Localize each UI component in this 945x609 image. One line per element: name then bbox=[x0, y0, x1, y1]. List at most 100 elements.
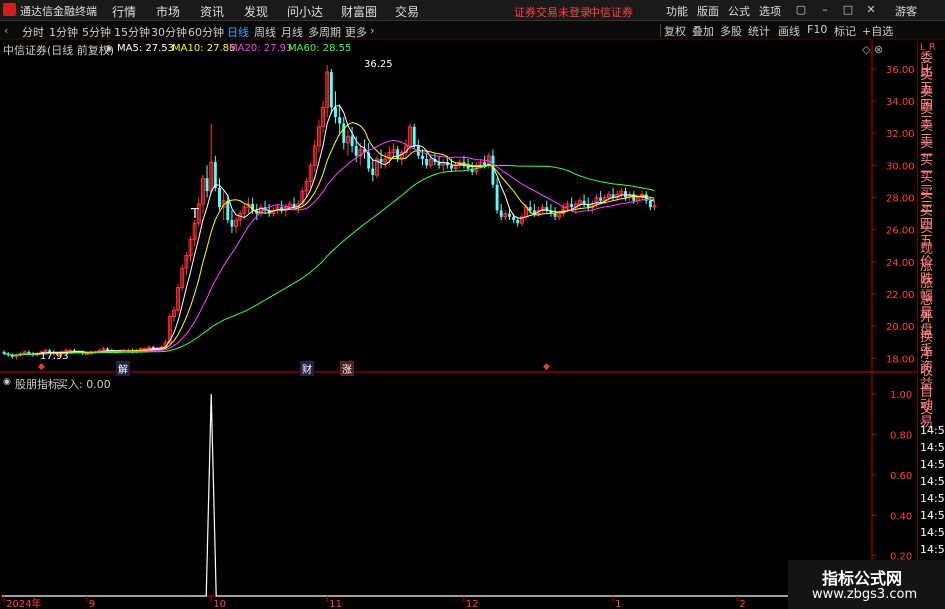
ma10-line bbox=[4, 122, 655, 356]
ma10-label: MA10: 27.86 bbox=[172, 43, 236, 54]
indicator-toggle-icon[interactable]: ◉ bbox=[3, 377, 11, 387]
period-fenshi[interactable]: 分时 bbox=[22, 24, 44, 40]
minimize-icon[interactable]: – bbox=[818, 3, 832, 17]
candle-down bbox=[570, 203, 574, 208]
ma60-label: MA60: 28.55 bbox=[288, 43, 352, 54]
menu-item-gongneng[interactable]: 功能 bbox=[666, 3, 688, 19]
ma5-label: MA5: 27.53 bbox=[117, 43, 175, 54]
menu-item-shichang[interactable]: 市场 bbox=[156, 3, 180, 20]
f10-button[interactable]: F10 bbox=[807, 23, 827, 36]
chart-title: 中信证券(日线 前复权) bbox=[3, 44, 115, 57]
menu-item-wenxiaoda[interactable]: 问小达 bbox=[287, 3, 323, 20]
candle-down bbox=[27, 351, 31, 354]
candle-down bbox=[230, 220, 234, 227]
app-title: 通达信金融终端 bbox=[20, 5, 97, 18]
tick-time: 14:56 bbox=[920, 526, 945, 539]
more-chevron-icon[interactable]: › bbox=[370, 24, 374, 37]
login-notice[interactable]: 证券交易未登录 bbox=[514, 4, 591, 20]
candle-down bbox=[396, 149, 400, 159]
y-tick-label: 18.00 bbox=[886, 354, 915, 365]
chart-menu-icon[interactable]: ◇ ⊗ bbox=[862, 43, 883, 56]
y-tick-label: 32.00 bbox=[886, 129, 915, 140]
period-daily[interactable]: 日线 bbox=[227, 24, 249, 40]
y-tick-label: 20.00 bbox=[886, 322, 915, 333]
candle-down bbox=[599, 197, 603, 201]
menu-item-gongshi[interactable]: 公式 bbox=[728, 3, 750, 19]
biaoji-button[interactable]: 标记 bbox=[834, 23, 856, 39]
event-marker-jie[interactable]: 解 bbox=[116, 361, 130, 376]
x-tick-label: 1 bbox=[615, 599, 621, 609]
kline-chart[interactable]: 36.00 34.00 32.00 30.00 28.00 26.00 24.00 22.00… bbox=[0, 40, 917, 609]
candle-up bbox=[84, 353, 89, 356]
t-mark: T bbox=[191, 207, 199, 222]
period-1min[interactable]: 1分钟 bbox=[49, 24, 78, 40]
period-30min[interactable]: 30分钟 bbox=[151, 24, 187, 40]
menu-item-zixun[interactable]: 资讯 bbox=[200, 3, 224, 20]
event-marker-cai[interactable]: 财 bbox=[300, 361, 314, 376]
period-5min[interactable]: 5分钟 bbox=[82, 24, 111, 40]
indicator-y-tick-label: 0.40 bbox=[890, 511, 912, 522]
period-weekly[interactable]: 周线 bbox=[254, 24, 276, 40]
toolbar-collapse-icon[interactable]: ‹ bbox=[4, 24, 8, 37]
candle-down bbox=[512, 216, 516, 221]
axis-layer: 36.00 34.00 32.00 30.00 28.00 26.00 24.00 22.00… bbox=[3, 65, 915, 609]
menu-item-jiaoyi[interactable]: 交易 bbox=[395, 3, 419, 20]
period-multi[interactable]: 多周期 bbox=[308, 24, 341, 40]
y-tick-label: 22.00 bbox=[886, 290, 915, 301]
low-annotation: 17.93 bbox=[40, 351, 69, 362]
candle-down bbox=[342, 123, 346, 143]
x-tick-label: 11 bbox=[329, 599, 342, 609]
candle-down bbox=[354, 146, 358, 156]
ma60-line bbox=[4, 164, 655, 356]
y-tick-label: 24.00 bbox=[886, 258, 915, 269]
menu-item-faxian[interactable]: 发现 bbox=[244, 3, 268, 20]
event-marker-dot[interactable]: ◆ bbox=[543, 362, 550, 372]
y-tick-label: 34.00 bbox=[886, 97, 915, 108]
candle-down bbox=[648, 200, 652, 208]
user-label[interactable]: 游客 bbox=[895, 3, 917, 19]
period-more[interactable]: 更多 bbox=[345, 24, 367, 40]
diejia-button[interactable]: 叠加 bbox=[692, 23, 714, 39]
candle-down bbox=[379, 158, 383, 163]
period-60min[interactable]: 60分钟 bbox=[188, 24, 224, 40]
candle-down bbox=[329, 72, 333, 108]
menu-item-banmian[interactable]: 版面 bbox=[697, 3, 719, 19]
y-tick-label: 30.00 bbox=[886, 161, 915, 172]
event-marker-zhang[interactable]: 涨 bbox=[340, 361, 354, 376]
duogu-button[interactable]: 多股 bbox=[720, 23, 742, 39]
event-marker-dot[interactable]: ◆ bbox=[38, 362, 45, 372]
ma-lines-layer bbox=[4, 104, 655, 356]
huaxian-button[interactable]: 画线 bbox=[778, 23, 800, 39]
candle-down bbox=[450, 165, 453, 169]
menu-item-caifuquan[interactable]: 财富圈 bbox=[341, 3, 377, 20]
menu-item-hangqing[interactable]: 行情 bbox=[112, 3, 136, 20]
candle-down bbox=[425, 158, 429, 166]
period-monthly[interactable]: 月线 bbox=[281, 24, 303, 40]
tick-time: 14:56 bbox=[920, 543, 945, 556]
fuquan-button[interactable]: 复权 bbox=[664, 23, 686, 39]
y-tick-label: 26.00 bbox=[886, 226, 915, 237]
tongji-button[interactable]: 统计 bbox=[748, 23, 770, 39]
candle-down bbox=[338, 117, 342, 124]
maximize-icon[interactable]: □ bbox=[841, 3, 855, 17]
tick-time: 14:56 bbox=[920, 458, 945, 471]
candle-down bbox=[218, 187, 221, 208]
broker-name[interactable]: 中信证券 bbox=[589, 4, 633, 20]
indicator-y-tick-label: 1.00 bbox=[890, 390, 912, 401]
close-icon[interactable]: ✕ bbox=[864, 3, 878, 17]
watermark-url: www.zbgs3.com bbox=[812, 587, 918, 602]
tick-time: 14:56 bbox=[920, 492, 945, 505]
indicator-line bbox=[2, 394, 872, 597]
indicator-y-tick-label: 0.60 bbox=[890, 471, 912, 482]
add-favorite-button[interactable]: +自选 bbox=[862, 23, 893, 39]
restore-icon[interactable]: ▢ bbox=[794, 3, 808, 17]
menu-item-xuanxiang[interactable]: 选项 bbox=[759, 3, 781, 19]
ma-toggle-icon[interactable]: ◉ bbox=[105, 44, 113, 54]
candle-down bbox=[491, 155, 495, 185]
indicator-value: 买入: 0.00 bbox=[57, 378, 111, 391]
period-15min[interactable]: 15分钟 bbox=[114, 24, 150, 40]
candle-down bbox=[495, 184, 499, 211]
ma20-label: MA20: 27.93 bbox=[229, 43, 293, 54]
chart-frame bbox=[0, 40, 917, 609]
x-tick-label: 2 bbox=[739, 599, 745, 609]
